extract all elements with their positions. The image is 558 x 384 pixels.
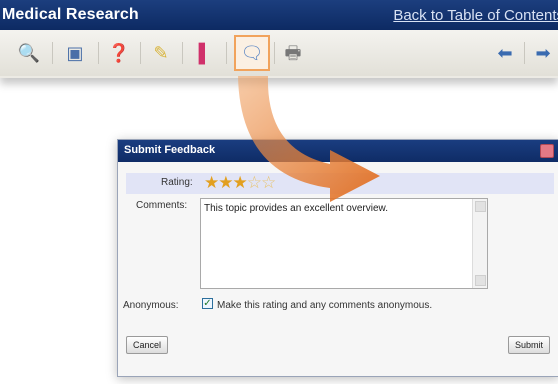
star-empty-icon[interactable]: ☆	[261, 173, 276, 192]
anonymous-checkbox[interactable]: ✓	[202, 298, 213, 309]
forward-arrow-icon[interactable]: ➡	[530, 40, 556, 66]
scroll-down-icon[interactable]	[475, 275, 486, 286]
help-icon[interactable]: ❓	[106, 40, 132, 66]
submit-feedback-dialog: Submit Feedback Rating: ★★★☆☆ Comments: …	[117, 139, 558, 377]
toolbar-divider	[52, 42, 53, 64]
cancel-button[interactable]: Cancel	[126, 336, 169, 354]
star-empty-icon[interactable]: ☆	[247, 173, 262, 192]
toolbar-divider	[274, 42, 275, 64]
dialog-title: Submit Feedback	[124, 144, 216, 156]
star-filled-icon[interactable]: ★	[218, 173, 233, 192]
search-doc-icon[interactable]: 🔍	[16, 40, 42, 66]
toolbar-divider	[524, 42, 525, 64]
bookmark-icon[interactable]: ▌	[192, 40, 218, 66]
toolbar-divider	[182, 42, 183, 64]
toolbar: 🔍 ▣ ❓ ✎ ▌ 🗨 🖶 ⬅ ➡	[0, 30, 558, 76]
submit-button[interactable]: Submit	[507, 336, 550, 354]
feedback-icon[interactable]: 🗨	[234, 35, 270, 71]
back-to-toc-link[interactable]: Back to Table of Contents	[393, 7, 558, 24]
rating-row: Rating: ★★★☆☆	[126, 173, 554, 194]
dialog-title-bar: Submit Feedback	[118, 140, 558, 162]
highlighter-icon[interactable]: ✎	[148, 40, 174, 66]
print-icon[interactable]: 🖶	[280, 40, 306, 66]
toolbar-divider	[98, 42, 99, 64]
rating-label: Rating:	[161, 177, 193, 188]
window-icon[interactable]: ▣	[62, 40, 88, 66]
anonymous-label: Anonymous:	[123, 300, 179, 311]
anonymous-checkbox-text[interactable]: Make this rating and any comments anonym…	[217, 300, 432, 311]
toolbar-divider	[140, 42, 141, 64]
back-arrow-icon[interactable]: ⬅	[492, 40, 518, 66]
star-filled-icon[interactable]: ★	[233, 173, 248, 192]
comments-text: This topic provides an excellent overvie…	[204, 203, 388, 214]
title-bar: Medical Research Back to Table of Conten…	[0, 0, 558, 30]
app-title: Medical Research	[2, 6, 139, 23]
comments-textarea[interactable]: This topic provides an excellent overvie…	[200, 198, 488, 289]
star-rating[interactable]: ★★★☆☆	[204, 173, 276, 193]
comments-scrollbar[interactable]	[472, 199, 487, 288]
star-filled-icon[interactable]: ★	[204, 173, 219, 192]
top-window: Medical Research Back to Table of Conten…	[0, 0, 558, 78]
scroll-up-icon[interactable]	[475, 201, 486, 212]
close-icon[interactable]	[540, 144, 554, 158]
comments-label: Comments:	[136, 200, 188, 211]
toolbar-divider	[226, 42, 227, 64]
